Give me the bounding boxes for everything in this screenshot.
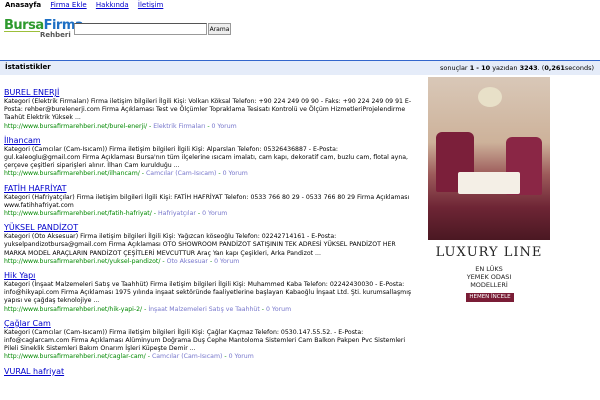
search-input[interactable] [74, 23, 207, 35]
summary-dash: - [476, 64, 479, 72]
ad-line-1: EN LÜKS [475, 265, 503, 273]
summary-time-suffix: seconds) [564, 64, 594, 72]
result-item: YÜKSEL PANDİZOT Kategori (Oto Aksesuar) F… [4, 223, 416, 266]
summary-prefix: sonuçlar [439, 64, 468, 72]
nav-contact[interactable]: İletişim [138, 1, 163, 9]
ad-brand: LUXURY LINE [435, 245, 543, 260]
result-snippet: Kategori (Camcılar (Cam-Isıcam)) Firma i… [4, 145, 408, 170]
result-comments-link[interactable]: 0 Yorum [266, 306, 291, 313]
result-comments-link[interactable]: 0 Yorum [202, 210, 227, 217]
result-comments-link[interactable]: 0 Yorum [229, 353, 254, 360]
result-url[interactable]: http://www.bursafirmarehberi.net/yuksel-… [4, 258, 160, 265]
result-title-link[interactable]: Hik Yapı [4, 271, 416, 281]
advertisement[interactable]: LUXURY LINE EN LÜKS YEMEK ODASI MODELLER… [428, 77, 550, 335]
ad-line-2: YEMEK ODASI [466, 273, 512, 281]
result-meta: http://www.bursafirmarehberi.net/fatih-h… [4, 210, 228, 218]
logo-underline [4, 31, 40, 32]
result-meta: http://www.bursafirmarehberi.net/ilhanca… [4, 170, 248, 178]
result-meta: http://www.bursafirmarehberi.net/yuksel-… [4, 257, 240, 265]
site-logo[interactable]: BursaFirma Rehberi [4, 18, 84, 44]
result-url[interactable]: http://www.bursafirmarehberi.net/hik-yap… [4, 306, 142, 313]
table-shape [458, 172, 520, 194]
logo-subtitle: Rehberi [40, 31, 71, 39]
result-meta: http://www.bursafirmarehberi.net/burel-e… [4, 122, 237, 130]
result-item: Çağlar Cam Kategori (Camcılar (Cam-Isıcam… [4, 319, 416, 362]
result-title-link[interactable]: BUREL ENERJİ [4, 88, 416, 98]
result-meta: http://www.bursafirmarehberi.net/caglar-… [4, 353, 254, 361]
result-item: Hik Yapı Kategori (İnşaat Malzemeleri Sat… [4, 271, 416, 314]
result-comments-link[interactable]: 0 Yorum [223, 170, 248, 177]
result-title-link[interactable]: Çağlar Cam [4, 319, 416, 329]
summary-from: 1 [469, 64, 475, 72]
result-category-link[interactable]: İnşaat Malzemeleri Satış ve Taahhüt [148, 306, 259, 313]
result-meta: http://www.bursafirmarehberi.net/hik-yap… [4, 305, 292, 313]
stats-label: İstatistikler [5, 63, 51, 71]
result-category-link[interactable]: Camcılar (Cam-Isıcam) [152, 353, 222, 360]
result-category-link[interactable]: Hafriyatçılar [158, 210, 196, 217]
result-title-link[interactable]: YÜKSEL PANDİZOT [4, 223, 416, 233]
result-url[interactable]: http://www.bursafirmarehberi.net/burel-e… [4, 123, 147, 130]
result-category-link[interactable]: Camcılar (Cam-Isıcam) [146, 170, 216, 177]
result-snippet: Kategori (Elektrik Firmaları) Firma ilet… [4, 98, 412, 122]
result-comments-link[interactable]: 0 Yorum [212, 123, 237, 130]
result-item: İlhancam Kategori (Camcılar (Cam-Isıcam))… [4, 136, 416, 179]
summary-total: 3243 [519, 64, 538, 72]
summary-to: 10 [481, 64, 491, 72]
result-item: VURAL hafriyat [4, 367, 416, 377]
result-snippet: Kategori (Camcılar (Cam-Isıcam)) Firma i… [4, 328, 406, 353]
result-comments-link[interactable]: 0 Yorum [214, 258, 239, 265]
result-item: FATİH HAFRİYAT Kategori (Hafriyatçılar) F… [4, 184, 416, 219]
results-list: BUREL ENERJİ Kategori (Elektrik Firmaları… [4, 88, 416, 377]
stats-bar: İstatistikler sonuçlar 1 - 10 yazıdan 32… [0, 60, 600, 75]
ad-photo [428, 77, 550, 240]
top-navigation: Anasayfa Firma Ekle Hakkında İletişim [5, 1, 170, 11]
nav-add-company[interactable]: Firma Ekle [50, 1, 86, 9]
result-snippet: Kategori (Oto Aksesuar) Firma iletişim b… [4, 233, 396, 257]
result-title-link[interactable]: VURAL hafriyat [4, 367, 416, 377]
summary-time: 0,261 [544, 64, 565, 72]
result-category-link[interactable]: Oto Aksesuar [167, 258, 208, 265]
ad-cta-button[interactable]: HEMEN İNCELE [466, 293, 514, 302]
result-url[interactable]: http://www.bursafirmarehberi.net/caglar-… [4, 353, 146, 360]
result-title-link[interactable]: FATİH HAFRİYAT [4, 184, 416, 194]
results-summary: sonuçlar 1 - 10 yazıdan 3243. (0,261seco… [440, 64, 594, 72]
result-item: BUREL ENERJİ Kategori (Elektrik Firmaları… [4, 88, 416, 131]
result-snippet: Kategori (İnşaat Malzemeleri Satış ve Ta… [4, 281, 412, 305]
nav-about[interactable]: Hakkında [96, 1, 129, 9]
result-url[interactable]: http://www.bursafirmarehberi.net/ilhanca… [4, 170, 140, 177]
result-category-link[interactable]: Elektrik Firmaları [153, 123, 205, 130]
result-snippet: Kategori (Hafriyatçılar) Firma iletişim … [4, 193, 410, 209]
nav-home[interactable]: Anasayfa [5, 1, 41, 9]
result-url[interactable]: http://www.bursafirmarehberi.net/fatih-h… [4, 210, 152, 217]
search-button[interactable]: Arama [208, 23, 231, 35]
chandelier-shape [478, 87, 502, 107]
result-title-link[interactable]: İlhancam [4, 136, 416, 146]
summary-of-label: yazıdan [492, 64, 518, 72]
ad-line-3: MODELLERİ [470, 281, 508, 289]
